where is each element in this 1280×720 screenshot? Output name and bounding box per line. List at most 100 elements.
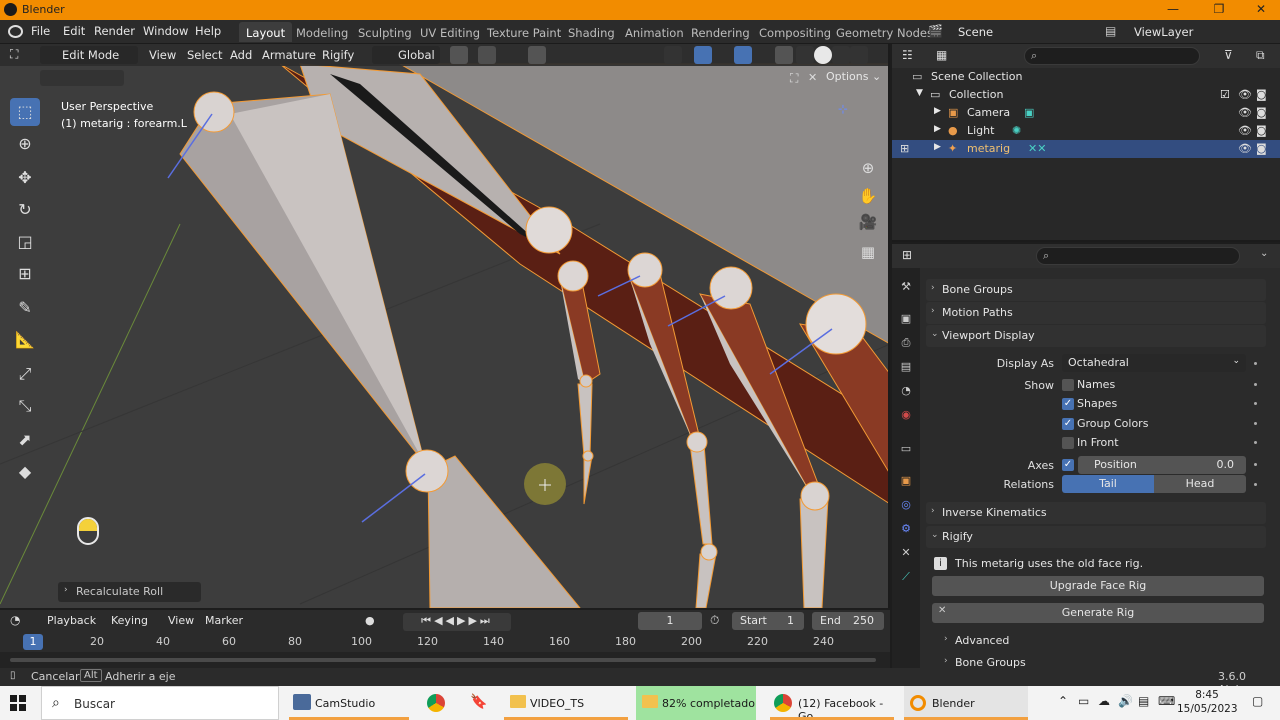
xray-icon[interactable]: ✕ [808,71,817,84]
object-tab-icon[interactable]: ▣ [898,474,914,490]
pivot-point-button[interactable] [450,46,468,64]
expand-arrow-icon[interactable]: ▶ [934,106,941,116]
perspective-grid-icon[interactable]: ▦ [856,240,880,264]
render-camera-icon[interactable]: ◙ [1256,142,1267,155]
outliner-search-input[interactable]: ⌕ [1024,47,1200,65]
menu-render[interactable]: Render [94,24,135,38]
roll-tool[interactable]: ⤢ [10,360,40,388]
keyframe-dot[interactable] [1254,463,1257,466]
bone-joint[interactable] [709,266,753,310]
snap-button[interactable] [478,46,496,64]
playback-controls[interactable]: ⏮◀◀▶▶⏭ [403,613,511,631]
panel-motion-paths[interactable]: › Motion Paths [926,302,1266,324]
extrude-tool[interactable]: ⬈ [10,426,40,454]
scale-tool[interactable]: ◲ [10,228,40,256]
tray-chevron-up-icon[interactable]: ⌃ [1058,694,1068,708]
bone-joint[interactable] [582,450,594,462]
taskbar-app-facebook[interactable]: (12) Facebook - Go... [770,686,894,720]
panel-rigify[interactable]: ⌄ Rigify [926,526,1266,548]
transform-tool[interactable]: ⊞ [10,260,40,288]
bone-joint[interactable] [557,260,589,292]
timeline-ruler[interactable]: 1 20 40 60 80 100 120 140 160 180 200 22… [0,632,890,652]
chrome-icon[interactable] [427,694,445,712]
outliner-item-light[interactable]: ▶ ● Light ✺ 👁 ◙ [892,122,1280,140]
viewport-menu-add[interactable]: Add [230,48,252,62]
timeline-menu-marker[interactable]: Marker [205,614,243,627]
keyframe-dot[interactable] [1254,483,1257,486]
outliner-item-metarig[interactable]: ⊞ ▶ ✦ metarig ✕✕ 👁 ◙ [892,140,1280,158]
stopwatch-icon[interactable]: ⏱ [710,613,719,628]
bone-joint[interactable] [405,449,449,493]
finger-bone[interactable] [583,455,593,505]
subpanel-advanced[interactable]: Advanced [955,634,1009,647]
shapes-checkbox[interactable]: ✓ [1062,398,1074,410]
display-as-dropdown[interactable]: Octahedral ⌄ [1062,354,1246,372]
in-front-checkbox[interactable] [1062,437,1074,449]
world-tab-icon[interactable]: ◉ [898,408,914,424]
viewport-menu-view[interactable]: View [149,48,176,62]
collection-tab-icon[interactable]: ▭ [898,442,914,458]
last-operator-panel[interactable]: › Recalculate Roll [58,582,201,602]
names-checkbox[interactable] [1062,379,1074,391]
outliner-scene-collection[interactable]: ▭ Scene Collection [892,68,1280,86]
scene-selector[interactable]: Scene [958,23,1078,41]
viewport-menu-armature[interactable]: Armature [262,48,316,62]
render-tab-icon[interactable]: ▣ [898,312,914,328]
exclude-checkbox[interactable]: ☑ [1220,88,1230,101]
constraint-tab-icon[interactable]: ⚙ [898,522,914,538]
select-mode-buttons[interactable] [40,70,124,86]
tab-modeling[interactable]: Modeling [289,22,355,42]
scrollbar-thumb[interactable] [10,658,876,662]
group-colors-checkbox[interactable]: ✓ [1062,418,1074,430]
render-camera-icon[interactable]: ◙ [1256,88,1267,101]
tab-layout[interactable]: Layout [239,22,293,42]
keyframe-dot[interactable] [1254,422,1257,425]
timeline-menu-keying[interactable]: Keying [111,614,148,627]
windows-start-icon[interactable] [10,695,26,711]
render-camera-icon[interactable]: ◙ [1256,124,1267,137]
snap-toggle-icon[interactable]: ⛶ [790,71,798,86]
zoom-icon[interactable]: ⊕ [856,156,880,180]
timeline-menu-playback[interactable]: Playback [47,614,96,627]
start-frame-field[interactable]: Start 1 [732,612,804,630]
panel-inverse-kinematics[interactable]: › Inverse Kinematics [926,502,1266,524]
edit-mode-icon[interactable]: ⊞ [900,142,909,155]
finger-bone[interactable] [689,443,713,545]
tab-shading[interactable]: Shading [561,22,622,42]
minimize-button[interactable]: — [1158,2,1188,18]
bone-joint[interactable] [686,431,708,453]
overlay-toggle-button[interactable] [734,46,752,64]
menu-help[interactable]: Help [195,24,221,38]
tab-geometry-nodes[interactable]: Geometry Nodes [829,22,940,42]
viewport-menu-select[interactable]: Select [187,48,222,62]
bone-joint[interactable] [627,252,663,288]
gizmo-toggle-button[interactable] [694,46,712,64]
measure-tool[interactable]: 📐 [10,326,40,354]
taskbar-app-camstudio[interactable]: CamStudio [289,686,409,720]
expand-arrow-icon[interactable]: ▶ [934,124,941,134]
network-icon[interactable]: ▤ [1138,694,1149,708]
editor-type-icon[interactable]: ⛶ [10,47,18,62]
panel-viewport-display[interactable]: ⌄ Viewport Display [926,325,1266,347]
relations-tail-button[interactable]: Tail [1062,475,1154,493]
output-tab-icon[interactable]: ⎙ [898,336,914,352]
xray-toggle-button[interactable] [775,46,793,64]
tray-app-icon[interactable]: ▭ [1078,694,1089,708]
end-frame-field[interactable]: End 250 [812,612,884,630]
upgrade-face-rig-button[interactable]: Upgrade Face Rig [932,576,1264,596]
expand-arrow-icon[interactable]: ▼ [916,88,923,98]
record-icon[interactable]: ● [365,614,375,627]
visibility-button[interactable] [664,46,682,64]
navigation-axes-icon[interactable]: ⊹ [838,102,848,116]
bone-envelope-tool[interactable]: ◆ [10,458,40,486]
keyframe-dot[interactable] [1254,362,1257,365]
tab-texture-paint[interactable]: Texture Paint [480,22,568,42]
bone-size-tool[interactable]: ⤡ [10,392,40,420]
axes-checkbox[interactable]: ✓ [1062,459,1074,471]
timeline-editor-icon[interactable]: ◔ [10,613,20,627]
tab-sculpting[interactable]: Sculpting [351,22,419,42]
tab-uv-editing[interactable]: UV Editing [413,22,487,42]
viewport-menu-rigify[interactable]: Rigify [322,48,354,62]
visibility-eye-icon[interactable]: 👁 [1238,106,1252,119]
pan-hand-icon[interactable]: ✋ [856,184,880,208]
